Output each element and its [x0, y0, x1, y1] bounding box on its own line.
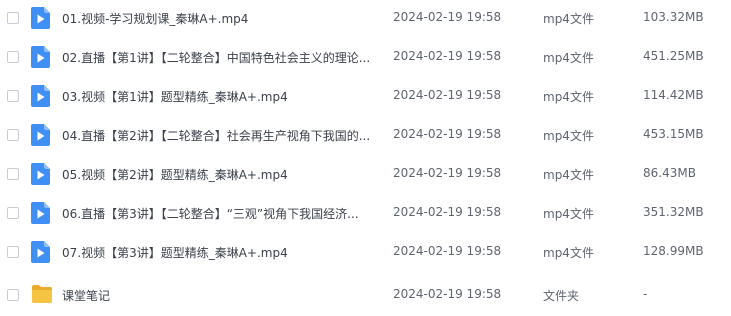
video-file-icon: [31, 46, 50, 68]
file-list: 01.视频-学习规划课_秦琳A+.mp4 2024-02-19 19:58 mp…: [0, 0, 731, 313]
file-size: 351.32MB: [643, 205, 704, 219]
folder-row[interactable]: 课堂笔记 2024-02-19 19:58 文件夹 -: [0, 277, 731, 316]
file-type: mp4文件: [543, 246, 594, 260]
file-type: mp4文件: [543, 129, 594, 143]
file-type: 文件夹: [543, 289, 580, 303]
file-date: 2024-02-19 19:58: [393, 244, 502, 258]
folder-name[interactable]: 课堂笔记: [62, 287, 377, 304]
file-size: 451.25MB: [643, 49, 704, 63]
file-name[interactable]: 04.直播【第2讲】【二轮整合】社会再生产视角下我国的...: [62, 127, 377, 144]
row-checkbox[interactable]: [7, 129, 19, 141]
file-name[interactable]: 06.直播【第3讲】【二轮整合】“三观”视角下我国经济...: [62, 205, 377, 222]
row-checkbox[interactable]: [7, 246, 19, 258]
folder-icon: [31, 284, 52, 306]
file-date: 2024-02-19 19:58: [393, 88, 502, 102]
video-file-icon: [31, 85, 50, 107]
file-date: 2024-02-19 19:58: [393, 166, 502, 180]
video-file-icon: [31, 124, 50, 146]
file-type: mp4文件: [543, 90, 594, 104]
file-type: mp4文件: [543, 168, 594, 182]
file-row[interactable]: 02.直播【第1讲】【二轮整合】中国特色社会主义的理论... 2024-02-1…: [0, 39, 731, 78]
file-name[interactable]: 05.视频【第2讲】题型精练_秦琳A+.mp4: [62, 166, 377, 183]
row-checkbox[interactable]: [7, 12, 19, 24]
row-checkbox[interactable]: [7, 289, 19, 301]
file-row[interactable]: 07.视频【第3讲】题型精练_秦琳A+.mp4 2024-02-19 19:58…: [0, 234, 731, 273]
file-date: 2024-02-19 19:58: [393, 10, 502, 24]
file-size: 453.15MB: [643, 127, 704, 141]
file-type: mp4文件: [543, 51, 594, 65]
file-name[interactable]: 03.视频【第1讲】题型精练_秦琳A+.mp4: [62, 88, 377, 105]
row-checkbox[interactable]: [7, 168, 19, 180]
file-row[interactable]: 05.视频【第2讲】题型精练_秦琳A+.mp4 2024-02-19 19:58…: [0, 156, 731, 195]
row-checkbox[interactable]: [7, 51, 19, 63]
file-date: 2024-02-19 19:58: [393, 127, 502, 141]
video-file-icon: [31, 241, 50, 263]
file-size: 114.42MB: [643, 88, 704, 102]
file-row[interactable]: 03.视频【第1讲】题型精练_秦琳A+.mp4 2024-02-19 19:58…: [0, 78, 731, 117]
file-size: 103.32MB: [643, 10, 704, 24]
file-date: 2024-02-19 19:58: [393, 287, 502, 301]
file-date: 2024-02-19 19:58: [393, 49, 502, 63]
video-file-icon: [31, 202, 50, 224]
file-size: -: [643, 287, 648, 301]
video-file-icon: [31, 163, 50, 185]
file-type: mp4文件: [543, 12, 594, 26]
row-checkbox[interactable]: [7, 90, 19, 102]
file-row[interactable]: 01.视频-学习规划课_秦琳A+.mp4 2024-02-19 19:58 mp…: [0, 0, 731, 39]
file-size: 128.99MB: [643, 244, 704, 258]
file-name[interactable]: 01.视频-学习规划课_秦琳A+.mp4: [62, 10, 377, 27]
file-size: 86.43MB: [643, 166, 696, 180]
file-date: 2024-02-19 19:58: [393, 205, 502, 219]
file-type: mp4文件: [543, 207, 594, 221]
file-row[interactable]: 06.直播【第3讲】【二轮整合】“三观”视角下我国经济... 2024-02-1…: [0, 195, 731, 234]
file-row[interactable]: 04.直播【第2讲】【二轮整合】社会再生产视角下我国的... 2024-02-1…: [0, 117, 731, 156]
file-name[interactable]: 07.视频【第3讲】题型精练_秦琳A+.mp4: [62, 244, 377, 261]
video-file-icon: [31, 7, 50, 29]
row-checkbox[interactable]: [7, 207, 19, 219]
file-name[interactable]: 02.直播【第1讲】【二轮整合】中国特色社会主义的理论...: [62, 49, 377, 66]
